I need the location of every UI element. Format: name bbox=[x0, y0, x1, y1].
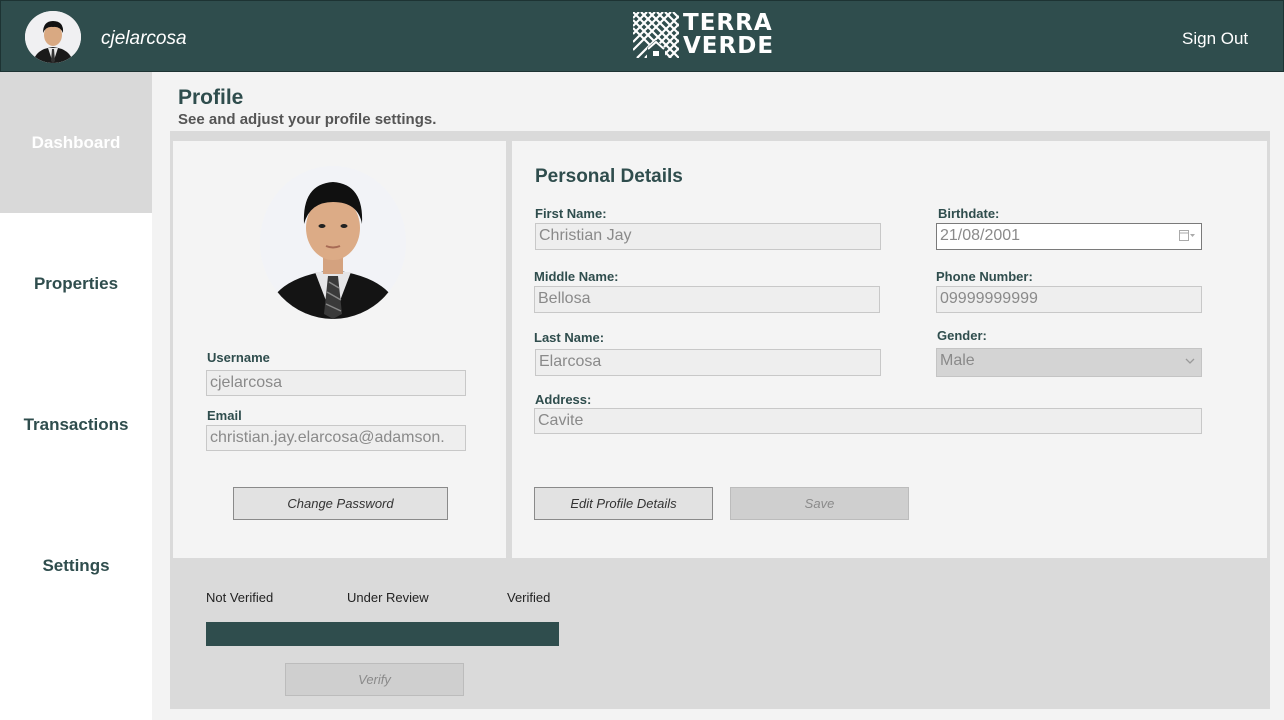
address-field[interactable]: Cavite bbox=[534, 408, 1202, 434]
birthdate-picker[interactable]: 21/08/2001 bbox=[936, 223, 1202, 250]
status-verified: Verified bbox=[507, 590, 551, 605]
gender-value: Male bbox=[940, 352, 975, 369]
gender-select[interactable]: Male bbox=[936, 348, 1202, 377]
save-button[interactable]: Save bbox=[730, 487, 909, 520]
status-not-verified: Not Verified bbox=[206, 590, 274, 605]
address-label: Address: bbox=[535, 392, 592, 407]
first-name-label: First Name: bbox=[535, 206, 607, 221]
username-field[interactable]: cjelarcosa bbox=[206, 370, 466, 396]
page-title: Profile bbox=[178, 86, 244, 109]
sidebar-item-dashboard[interactable]: Dashboard bbox=[0, 72, 152, 213]
username-label: Username bbox=[207, 350, 270, 365]
terra-verde-logo: TERRA VERDE bbox=[633, 12, 773, 60]
edit-profile-button[interactable]: Edit Profile Details bbox=[534, 487, 713, 520]
verification-progress-fill bbox=[206, 622, 559, 646]
chevron-down-icon bbox=[1185, 358, 1195, 364]
house-lattice-icon bbox=[633, 12, 679, 58]
logo-line-terra: TERRA bbox=[683, 10, 773, 36]
birthdate-label: Birthdate: bbox=[938, 206, 1000, 221]
verification-progress-bar bbox=[206, 622, 559, 646]
email-label: Email bbox=[207, 408, 242, 423]
avatar[interactable] bbox=[25, 11, 81, 63]
last-name-field[interactable]: Elarcosa bbox=[535, 349, 881, 376]
middle-name-field[interactable]: Bellosa bbox=[534, 286, 880, 313]
personal-details-title: Personal Details bbox=[535, 166, 683, 187]
logo-line-verde: VERDE bbox=[683, 33, 775, 59]
first-name-field[interactable]: Christian Jay bbox=[535, 223, 881, 250]
app-header: cjelarcosa TERRA VERDE Sign Out bbox=[0, 0, 1284, 72]
sign-out-link[interactable]: Sign Out bbox=[1182, 29, 1248, 49]
profile-photo[interactable] bbox=[260, 166, 406, 319]
avatar-person-icon bbox=[25, 11, 81, 63]
change-password-button[interactable]: Change Password bbox=[233, 487, 448, 520]
phone-number-label: Phone Number: bbox=[936, 269, 1033, 284]
email-field[interactable]: christian.jay.elarcosa@adamson. bbox=[206, 425, 466, 451]
calendar-dropdown-icon[interactable] bbox=[1179, 230, 1195, 242]
middle-name-label: Middle Name: bbox=[534, 269, 619, 284]
page-subtitle: See and adjust your profile settings. bbox=[178, 111, 437, 128]
last-name-label: Last Name: bbox=[534, 330, 605, 345]
sidebar-item-properties[interactable]: Properties bbox=[0, 213, 152, 354]
birthdate-value: 21/08/2001 bbox=[940, 227, 1021, 244]
sidebar-item-transactions[interactable]: Transactions bbox=[0, 354, 152, 495]
sidebar: Dashboard Properties Transactions Settin… bbox=[0, 72, 152, 720]
header-username: cjelarcosa bbox=[101, 28, 187, 49]
logo-wordmark: TERRA VERDE bbox=[683, 12, 774, 58]
phone-number-field[interactable]: 09999999999 bbox=[936, 286, 1202, 313]
profile-person-icon bbox=[260, 166, 406, 319]
status-under-review: Under Review bbox=[347, 590, 429, 605]
gender-label: Gender: bbox=[937, 328, 987, 343]
sidebar-item-settings[interactable]: Settings bbox=[0, 495, 152, 636]
verify-button[interactable]: Verify bbox=[285, 663, 464, 696]
